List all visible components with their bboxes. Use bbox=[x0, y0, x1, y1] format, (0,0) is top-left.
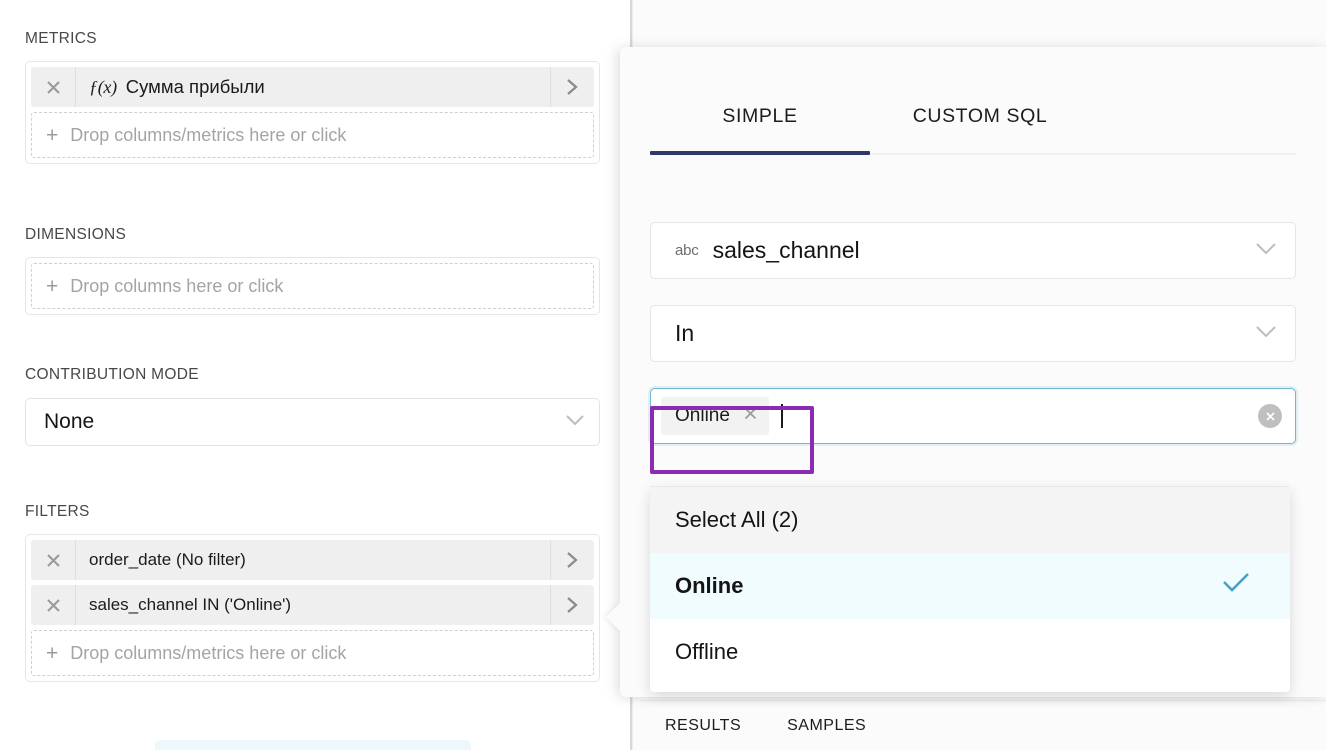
metrics-dropzone-wrap: ƒ(x) Сумма прибыли + Drop columns/metric… bbox=[25, 61, 600, 164]
control-panel: METRICS ƒ(x) Сумма прибыли + bbox=[0, 0, 630, 750]
superset-explore-screen: RESULTS SAMPLES METRICS ƒ(x) Сумма прибы… bbox=[0, 0, 1326, 750]
filter-chip-label: sales_channel IN ('Online') bbox=[89, 595, 291, 615]
text-caret bbox=[781, 404, 783, 428]
tab-samples[interactable]: SAMPLES bbox=[787, 717, 866, 735]
filter-chip-order-date[interactable]: order_date (No filter) bbox=[31, 540, 594, 580]
dimensions-label: DIMENSIONS bbox=[25, 226, 600, 244]
operator-select-value: In bbox=[675, 320, 1255, 347]
chevron-down-icon bbox=[1255, 242, 1277, 260]
chevron-down-icon bbox=[565, 413, 585, 431]
metrics-dropzone-text: Drop columns/metrics here or click bbox=[70, 125, 346, 146]
filter-chip-sales-channel[interactable]: sales_channel IN ('Online') bbox=[31, 585, 594, 625]
results-tabbar: RESULTS SAMPLES bbox=[640, 700, 1326, 750]
metrics-label: METRICS bbox=[25, 30, 600, 48]
dimensions-section: DIMENSIONS + Drop columns here or click bbox=[25, 226, 600, 315]
tab-custom-sql[interactable]: CUSTOM SQL bbox=[870, 87, 1090, 153]
remove-icon[interactable] bbox=[31, 67, 75, 107]
plus-icon: + bbox=[46, 643, 58, 664]
contribution-mode-value: None bbox=[44, 410, 565, 434]
contribution-mode-section: CONTRIBUTION MODE None bbox=[25, 366, 600, 446]
check-icon bbox=[1222, 572, 1250, 600]
filters-dropzone-wrap: order_date (No filter) sales_channel IN … bbox=[25, 534, 600, 682]
contribution-mode-label: CONTRIBUTION MODE bbox=[25, 366, 600, 384]
option-label: Select All (2) bbox=[675, 507, 1250, 533]
option-label: Online bbox=[675, 573, 1222, 599]
function-icon: ƒ(x) bbox=[89, 77, 117, 98]
option-select-all[interactable]: Select All (2) bbox=[650, 487, 1290, 553]
filters-section: FILTERS order_date (No filter) bbox=[25, 503, 600, 682]
abc-type-icon: abc bbox=[675, 242, 699, 259]
dimensions-dropzone[interactable]: + Drop columns here or click bbox=[31, 263, 594, 309]
remove-icon[interactable] bbox=[31, 585, 75, 625]
chevron-right-icon[interactable] bbox=[550, 67, 594, 107]
chevron-down-icon bbox=[1255, 325, 1277, 343]
filter-chip-body: order_date (No filter) bbox=[76, 550, 550, 570]
clear-all-icon[interactable] bbox=[1258, 404, 1282, 428]
tab-simple[interactable]: SIMPLE bbox=[650, 87, 870, 153]
filter-chip-body: sales_channel IN ('Online') bbox=[76, 595, 550, 615]
popover-tabbar: SIMPLE CUSTOM SQL bbox=[650, 87, 1296, 153]
plus-icon: + bbox=[46, 276, 58, 297]
column-select[interactable]: abc sales_channel bbox=[650, 222, 1296, 279]
dimensions-dropzone-wrap: + Drop columns here or click bbox=[25, 257, 600, 315]
chevron-right-icon[interactable] bbox=[550, 540, 594, 580]
bottom-action-button[interactable] bbox=[155, 740, 471, 750]
filters-dropzone-text: Drop columns/metrics here or click bbox=[70, 643, 346, 664]
dimensions-dropzone-text: Drop columns here or click bbox=[70, 276, 283, 297]
popover-body: abc sales_channel In Online bbox=[650, 222, 1296, 444]
chevron-right-icon[interactable] bbox=[550, 585, 594, 625]
column-select-value: sales_channel bbox=[713, 237, 1255, 264]
filters-label: FILTERS bbox=[25, 503, 600, 521]
value-tag-label: Online bbox=[675, 405, 730, 427]
contribution-mode-select[interactable]: None bbox=[25, 398, 600, 446]
option-offline[interactable]: Offline bbox=[650, 619, 1290, 685]
metrics-dropzone[interactable]: + Drop columns/metrics here or click bbox=[31, 112, 594, 158]
remove-tag-icon[interactable] bbox=[743, 406, 758, 426]
metric-chip-body: ƒ(x) Сумма прибыли bbox=[76, 76, 550, 98]
option-online[interactable]: Online bbox=[650, 553, 1290, 619]
value-multiselect-input[interactable]: Online bbox=[650, 388, 1296, 444]
option-label: Offline bbox=[675, 639, 1250, 665]
tab-results[interactable]: RESULTS bbox=[665, 717, 741, 735]
filters-dropzone[interactable]: + Drop columns/metrics here or click bbox=[31, 630, 594, 676]
metric-chip[interactable]: ƒ(x) Сумма прибыли bbox=[31, 67, 594, 107]
metrics-section: METRICS ƒ(x) Сумма прибыли + bbox=[25, 30, 600, 164]
metric-chip-label: Сумма прибыли bbox=[126, 76, 265, 98]
filter-chip-label: order_date (No filter) bbox=[89, 550, 246, 570]
value-tag-online: Online bbox=[661, 397, 769, 435]
active-tab-indicator bbox=[650, 151, 870, 155]
remove-icon[interactable] bbox=[31, 540, 75, 580]
plus-icon: + bbox=[46, 125, 58, 146]
value-options-dropdown: Select All (2) Online Offline bbox=[650, 487, 1290, 692]
operator-select[interactable]: In bbox=[650, 305, 1296, 362]
